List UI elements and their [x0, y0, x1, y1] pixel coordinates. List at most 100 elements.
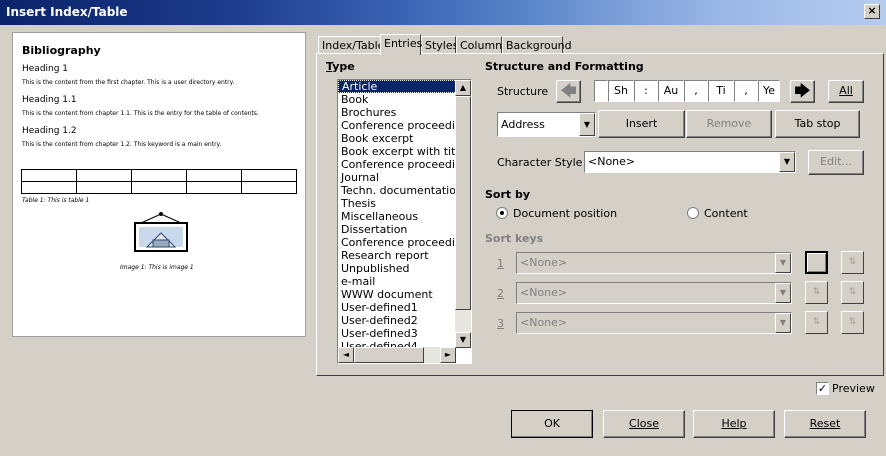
type-list-item[interactable]: Unpublished: [338, 262, 471, 275]
structure-token[interactable]: :: [634, 80, 658, 102]
hscroll-thumb[interactable]: [354, 347, 424, 363]
sort-document-position-radio[interactable]: [496, 207, 508, 219]
type-list-item[interactable]: Conference proceedings: [338, 236, 471, 249]
structure-token[interactable]: Ye: [758, 80, 780, 102]
type-list-item[interactable]: Journal: [338, 171, 471, 184]
close-button[interactable]: Close: [603, 410, 685, 438]
structure-token[interactable]: Sh: [608, 80, 634, 102]
preview-table: [21, 169, 297, 194]
tab-background[interactable]: Background: [502, 36, 572, 54]
type-list-item[interactable]: e-mail: [338, 275, 471, 288]
chevron-down-icon[interactable]: ▼: [775, 283, 791, 303]
tab-stop-button[interactable]: Tab stop: [775, 110, 860, 138]
chevron-down-icon[interactable]: ▼: [775, 253, 791, 273]
sort-key-2-select[interactable]: <None> ▼: [516, 282, 792, 304]
preview-checkbox[interactable]: ✓: [816, 382, 829, 395]
window-title: Insert Index/Table: [6, 5, 128, 19]
type-list-item[interactable]: Conference proceedings: [338, 119, 471, 132]
sort-key-number: 2: [497, 287, 504, 300]
scroll-thumb[interactable]: [455, 96, 471, 310]
sort-key-1-descending-icon[interactable]: ⇅: [841, 251, 864, 274]
sort-key-2-ascending-icon[interactable]: ⇅: [805, 281, 828, 304]
type-horizontal-scrollbar[interactable]: ◄ ►: [338, 347, 456, 363]
type-list-item[interactable]: Article: [338, 80, 471, 93]
structure-right-arrow-icon[interactable]: 🡆: [790, 80, 815, 103]
remove-button[interactable]: Remove: [686, 110, 772, 138]
sort-key-1-ascending-icon[interactable]: [805, 251, 828, 274]
tab-styles[interactable]: Styles: [421, 36, 458, 54]
structure-left-arrow-icon[interactable]: 🡄: [556, 80, 581, 103]
reset-button[interactable]: Reset: [784, 410, 866, 438]
preview-heading: Bibliography: [22, 44, 101, 57]
chevron-down-icon[interactable]: ▼: [579, 113, 595, 136]
type-list-item[interactable]: Brochures: [338, 106, 471, 119]
type-list-item[interactable]: Book excerpt with title: [338, 145, 471, 158]
sort-key-value: <None>: [520, 316, 568, 329]
tab-index-table[interactable]: Index/Table: [318, 36, 384, 54]
chevron-down-icon[interactable]: ▼: [779, 152, 795, 172]
ok-button[interactable]: OK: [511, 410, 593, 438]
scroll-down-icon[interactable]: ▼: [455, 332, 471, 348]
insert-button[interactable]: Insert: [598, 110, 685, 138]
sort-content-label: Content: [704, 207, 748, 220]
character-style-select[interactable]: <None> ▼: [584, 151, 796, 173]
sort-content-radio[interactable]: [687, 207, 699, 219]
preview-entry-text: This is the content from the first chapt…: [22, 79, 235, 86]
sort-key-number: 3: [497, 317, 504, 330]
type-list-item[interactable]: Research report: [338, 249, 471, 262]
scroll-up-icon[interactable]: ▲: [455, 80, 471, 96]
help-button[interactable]: Help: [693, 410, 775, 438]
scroll-left-icon[interactable]: ◄: [338, 347, 354, 363]
scroll-right-icon[interactable]: ►: [440, 347, 456, 363]
sort-key-2-descending-icon[interactable]: ⇅: [841, 281, 864, 304]
edit-button[interactable]: Edit...: [808, 150, 864, 175]
structure-token[interactable]: ,: [684, 80, 708, 102]
sort-key-3-descending-icon[interactable]: ⇅: [841, 311, 864, 334]
structure-token[interactable]: Ti: [708, 80, 734, 102]
character-style-value: <None>: [588, 155, 636, 168]
close-icon[interactable]: ×: [864, 4, 880, 19]
preview-image-icon: [134, 212, 188, 252]
sort-key-1-select[interactable]: <None> ▼: [516, 252, 792, 274]
preview-pane: Bibliography Heading 1 This is the conte…: [12, 32, 306, 337]
type-vertical-scrollbar[interactable]: ▲ ▼: [455, 80, 471, 348]
sort-by-heading: Sort by: [485, 188, 531, 201]
sort-keys-heading: Sort keys: [485, 232, 544, 245]
type-list-item[interactable]: Techn. documentation: [338, 184, 471, 197]
type-list-item[interactable]: Book excerpt: [338, 132, 471, 145]
type-list-item[interactable]: WWW document: [338, 288, 471, 301]
sort-key-number: 1: [497, 257, 504, 270]
type-heading: Type: [326, 60, 355, 73]
preview-entry-heading: Heading 1.2: [22, 126, 77, 136]
structure-formatting-heading: Structure and Formatting: [485, 60, 644, 73]
preview-entry-text: This is the content from chapter 1.1. Th…: [22, 110, 259, 117]
structure-token[interactable]: ,: [734, 80, 758, 102]
preview-checkbox-label: Preview: [832, 382, 875, 395]
entry-type-select[interactable]: Address ▼: [497, 112, 596, 137]
type-list-item[interactable]: User-defined1: [338, 301, 471, 314]
type-listbox[interactable]: Article Book Brochures Conference proceedin…: [337, 79, 472, 364]
preview-entry-heading: Heading 1: [22, 64, 69, 74]
type-list-item[interactable]: Book: [338, 93, 471, 106]
preview-image-caption: Image 1: This is image 1: [120, 264, 194, 271]
all-button[interactable]: All: [828, 80, 864, 103]
sort-key-3-select[interactable]: <None> ▼: [516, 312, 792, 334]
structure-token[interactable]: Au: [658, 80, 684, 102]
sort-key-3-ascending-icon[interactable]: ⇅: [805, 311, 828, 334]
tab-entries[interactable]: Entries: [380, 34, 422, 55]
character-style-label: Character Style: [497, 156, 583, 169]
type-list-item[interactable]: Conference proceedings: [338, 158, 471, 171]
type-list-item[interactable]: User-defined3: [338, 327, 471, 340]
preview-entry-text: This is the content from chapter 1.2. Th…: [22, 141, 222, 148]
tab-columns[interactable]: Columns: [456, 36, 508, 54]
sort-key-value: <None>: [520, 256, 568, 269]
type-list-item[interactable]: Thesis: [338, 197, 471, 210]
type-list-item[interactable]: User-defined2: [338, 314, 471, 327]
title-bar: Insert Index/Table ×: [0, 0, 886, 25]
structure-token-gap[interactable]: [594, 80, 608, 102]
type-list-item[interactable]: Miscellaneous: [338, 210, 471, 223]
type-list-item[interactable]: Dissertation: [338, 223, 471, 236]
chevron-down-icon[interactable]: ▼: [775, 313, 791, 333]
sort-document-position-label: Document position: [513, 207, 618, 220]
preview-entry-heading: Heading 1.1: [22, 95, 77, 105]
